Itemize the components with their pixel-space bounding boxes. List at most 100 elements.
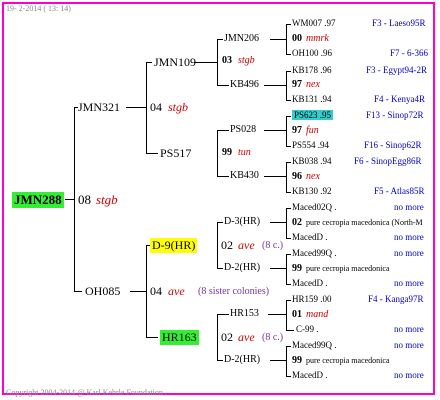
- connector: [286, 300, 287, 330]
- g4-23-name[interactable]: MacedD .: [292, 370, 328, 380]
- g4-5-name[interactable]: KB131 .94: [292, 94, 332, 104]
- g4-5-loc: F4 - Kenya4R: [374, 94, 425, 104]
- g4-21-name[interactable]: Maced99Q .: [292, 340, 337, 350]
- g3-c-breed: tun: [238, 147, 251, 158]
- g4-18-name[interactable]: HR159 .00: [292, 294, 332, 304]
- connector: [217, 85, 229, 86]
- g4-22-gen: 99: [292, 355, 302, 366]
- g2-mid-gen: 04: [150, 100, 162, 114]
- g3-g-name[interactable]: HR153: [230, 308, 259, 319]
- connector: [194, 62, 218, 63]
- g3-d-name[interactable]: KB430: [230, 170, 259, 181]
- connector: [286, 330, 294, 331]
- connector: [74, 107, 75, 292]
- g4-2-name[interactable]: OH100 .96: [292, 48, 332, 58]
- g1-bot-note: (8 sister colonies): [198, 286, 270, 297]
- g4-1-breed: mmrk: [306, 33, 329, 44]
- g2-d-name[interactable]: HR163: [160, 330, 199, 345]
- header-date: 19- 2-2014 ( 13: 14): [6, 4, 71, 13]
- g4-16-gen: 99: [292, 263, 302, 274]
- g4-2-loc: F7 - 6-366: [390, 48, 428, 58]
- g4-13-gen: 02: [292, 217, 302, 228]
- g2-d-gen: 02: [221, 330, 233, 344]
- g4-19-breed: mand: [306, 309, 329, 320]
- g4-0-name[interactable]: WM007 .97: [292, 18, 336, 28]
- connector: [264, 130, 286, 131]
- connector: [286, 208, 287, 238]
- g3-c-name[interactable]: PS028: [230, 124, 256, 135]
- connector: [217, 39, 223, 40]
- g4-17-name[interactable]: MacedD .: [292, 278, 328, 288]
- connector: [264, 176, 286, 177]
- connector: [286, 24, 287, 55]
- connector: [270, 39, 286, 40]
- g4-19-gen: 01: [292, 309, 302, 320]
- root-breed: stgb: [96, 192, 118, 207]
- connector: [286, 162, 287, 192]
- g4-21-loc: no more: [394, 340, 424, 350]
- connector: [146, 245, 150, 246]
- g2-a-name[interactable]: JMN109: [154, 55, 196, 70]
- g2-c-gen: 02: [221, 238, 233, 252]
- footer-copyright: Copyright 2004-2014 @ Karl Kehrle Founda…: [6, 388, 167, 397]
- connector: [286, 24, 291, 25]
- g4-4-breed: nex: [306, 79, 320, 90]
- connector: [268, 314, 286, 315]
- g4-23-loc: no more: [394, 370, 424, 380]
- g4-20-name[interactable]: C-99 .: [296, 324, 319, 334]
- g3-f-name[interactable]: D-2(HR): [224, 262, 260, 273]
- connector: [146, 62, 152, 63]
- connector: [286, 284, 291, 285]
- connector: [217, 130, 218, 177]
- g4-0-loc: F3 - Laeso95R: [372, 18, 426, 28]
- connector: [286, 208, 291, 209]
- g4-17-loc: no more: [394, 278, 424, 288]
- g2-d-breed: ave: [238, 330, 255, 344]
- g4-15-loc: no more: [394, 248, 424, 258]
- root-name[interactable]: JMN288: [12, 192, 64, 208]
- connector: [286, 192, 291, 193]
- g4-15-name[interactable]: Maced99Q .: [292, 248, 337, 258]
- g3-e-name[interactable]: D-3(HR): [224, 216, 260, 227]
- connector: [126, 107, 146, 108]
- g4-6-loc: F13 - Sinop72R: [366, 110, 424, 120]
- connector: [217, 39, 218, 86]
- g4-20-loc: no more: [394, 324, 424, 334]
- g4-9-name[interactable]: KB038 .94: [292, 156, 332, 166]
- connector: [286, 254, 287, 284]
- connector: [286, 116, 291, 117]
- g4-9-loc: F6 - SinopEgg86R: [354, 156, 422, 166]
- connector: [286, 254, 291, 255]
- g2-d-note: (8 c.): [262, 332, 284, 343]
- connector: [286, 116, 287, 146]
- g2-b-name[interactable]: PS517: [160, 146, 191, 161]
- g4-7-gen: 97: [292, 125, 302, 136]
- g3-b-name[interactable]: KB496: [230, 79, 259, 90]
- connector: [146, 153, 158, 154]
- g4-16-breed: pure cecropia macedonica: [306, 264, 390, 273]
- connector: [217, 176, 229, 177]
- g3-h-name[interactable]: D-2(HR): [224, 354, 260, 365]
- g1-bot-name[interactable]: OH085: [85, 284, 120, 299]
- g4-12-name[interactable]: Maced02Q .: [292, 202, 337, 212]
- g4-11-name[interactable]: KB130 .92: [292, 186, 332, 196]
- g1-top-name[interactable]: JMN321: [78, 100, 120, 115]
- connector: [217, 314, 218, 361]
- g3-a-breed: stgb: [238, 55, 255, 66]
- connector: [217, 130, 229, 131]
- g4-14-name[interactable]: MacedD .: [292, 232, 328, 242]
- connector: [286, 100, 291, 101]
- g2-c-breed: ave: [238, 238, 255, 252]
- connector: [146, 245, 147, 337]
- g4-13-breed: pure cecropia macedonica (North-M: [306, 218, 423, 227]
- g1-bot-breed: ave: [168, 284, 185, 298]
- g4-8-name[interactable]: PS554 .94: [292, 140, 329, 150]
- connector: [286, 54, 291, 55]
- connector: [286, 71, 287, 101]
- connector: [270, 360, 286, 361]
- g4-3-name[interactable]: KB178 .96: [292, 65, 332, 75]
- g4-6-name[interactable]: PS623 .95: [292, 110, 334, 120]
- g3-a-name[interactable]: JMN206: [224, 33, 259, 44]
- connector: [217, 268, 223, 269]
- g2-c-name[interactable]: D-9(HR): [150, 238, 198, 253]
